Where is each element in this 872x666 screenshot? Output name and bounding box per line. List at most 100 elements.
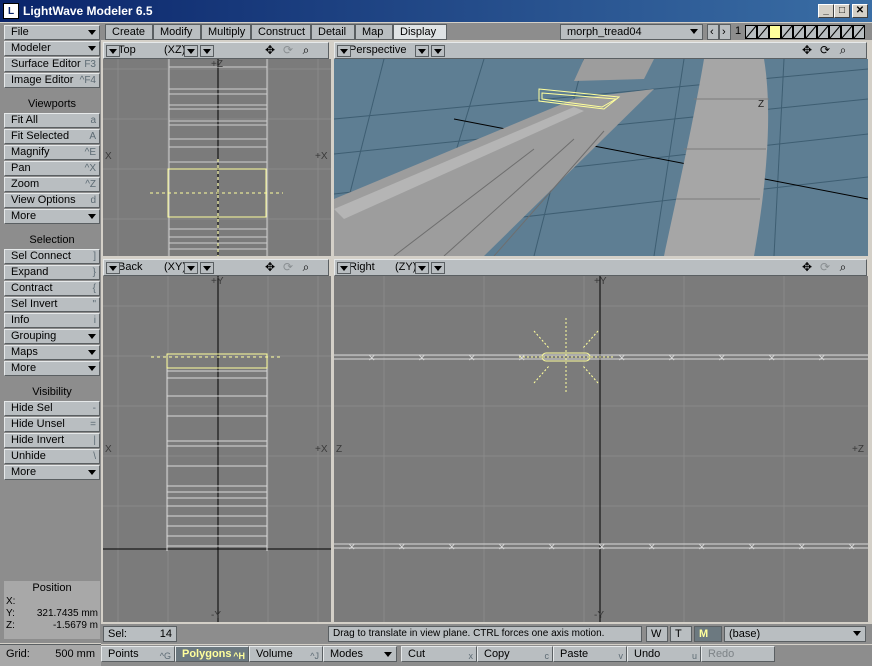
pos-z-label: Z: [6, 620, 15, 631]
move-icon[interactable]: ✥ [262, 261, 278, 275]
texture-toggle[interactable]: T [670, 626, 692, 642]
view-type-dropdown[interactable] [106, 45, 120, 57]
fit-selected-button[interactable]: Fit Selected A [4, 129, 100, 144]
move-icon[interactable]: ✥ [262, 44, 278, 58]
maximize-button[interactable]: □ [834, 4, 850, 18]
svg-text:✕: ✕ [518, 353, 526, 363]
perspective-view-name: Perspective [349, 44, 407, 56]
grouping-menu[interactable]: Grouping [4, 329, 100, 344]
view-type-dropdown[interactable] [415, 45, 429, 57]
chevron-down-icon [853, 631, 861, 636]
hide-sel-button[interactable]: Hide Sel - [4, 401, 100, 416]
expand-button[interactable]: Expand} [4, 265, 100, 280]
next-layer-button[interactable]: › [719, 24, 731, 40]
cut-button[interactable]: Cut x [401, 646, 477, 662]
rotate-icon[interactable]: ⟳ [280, 261, 296, 275]
view-type-dropdown[interactable] [337, 45, 351, 57]
undo-button[interactable]: Undo u [627, 646, 701, 662]
tab-modify[interactable]: Modify [153, 24, 201, 40]
points-mode-button[interactable]: Points ^G [101, 646, 175, 662]
file-menu[interactable]: File [4, 25, 100, 40]
shortcut-label: ^H [233, 651, 245, 661]
tab-map[interactable]: Map [355, 24, 393, 40]
render-mode-dropdown[interactable] [200, 262, 214, 274]
hide-invert-button[interactable]: Hide Invert | [4, 433, 100, 448]
modeler-menu[interactable]: Modeler [4, 41, 100, 56]
render-mode-dropdown[interactable] [200, 45, 214, 57]
axes-dropdown[interactable] [184, 45, 198, 57]
unhide-button[interactable]: Unhide \ [4, 449, 100, 464]
layer-select[interactable]: morph_tread04 [560, 24, 703, 40]
visibility-more-menu[interactable]: More [4, 465, 100, 480]
zoom-icon[interactable]: ⌕ [298, 261, 314, 275]
tab-multiply[interactable]: Multiply [201, 24, 251, 40]
sel-connect-button[interactable]: Sel Connect] [4, 249, 100, 264]
layer-buttons[interactable] [745, 25, 869, 39]
rotate-icon[interactable]: ⟳ [817, 44, 833, 58]
top-viewport[interactable]: X +X +Z [103, 59, 331, 256]
more-label: More [11, 210, 37, 222]
fit-all-button[interactable]: Fit All a [4, 113, 100, 128]
maps-menu[interactable]: Maps [4, 345, 100, 360]
minimize-button[interactable]: _ [818, 4, 834, 18]
view-type-dropdown[interactable] [106, 262, 120, 274]
copy-button[interactable]: Copy c [477, 646, 553, 662]
tab-detail[interactable]: Detail [311, 24, 355, 40]
viewports-more-menu[interactable]: More [4, 209, 100, 224]
close-button[interactable]: ✕ [852, 4, 868, 18]
shortcut-label: ^Z [85, 179, 96, 190]
pan-button[interactable]: Pan ^X [4, 161, 100, 176]
magnify-button[interactable]: Magnify ^E [4, 145, 100, 160]
cut-label: Cut [408, 648, 426, 660]
sel-label: Sel: [108, 628, 127, 640]
view-type-dropdown[interactable] [337, 262, 351, 274]
top-view-axes: (XZ) [164, 44, 186, 56]
tab-create[interactable]: Create [105, 24, 153, 40]
polygons-mode-button[interactable]: Polygons ^H [175, 646, 249, 662]
image-editor-button[interactable]: Image Editor ^F4 [4, 73, 100, 88]
axes-dropdown[interactable] [415, 262, 429, 274]
hide-sel-label: Hide Sel [11, 402, 53, 414]
move-icon[interactable]: ✥ [799, 44, 815, 58]
zoom-icon[interactable]: ⌕ [298, 44, 314, 58]
view-options-button[interactable]: View Options d [4, 193, 100, 208]
info-button[interactable]: Info i [4, 313, 100, 328]
back-viewport[interactable]: X +X +Y -Y [103, 276, 331, 622]
selection-more-menu[interactable]: More [4, 361, 100, 376]
svg-text:✕: ✕ [418, 353, 426, 363]
right-viewport[interactable]: ✕ ✕ ✕ ✕ ✕ ✕ ✕ ✕ ✕ ✕ ✕ ✕ ✕ ✕ ✕ ✕ ✕ ✕ ✕ ✕ Z +Z +Y -Y [334, 276, 868, 622]
morph-toggle[interactable]: M [694, 626, 722, 642]
render-mode-dropdown[interactable] [431, 262, 445, 274]
modes-menu[interactable]: Modes [323, 646, 397, 662]
zoom-button[interactable]: Zoom ^Z [4, 177, 100, 192]
contract-button[interactable]: Contract { [4, 281, 100, 296]
grid-label: Grid: [6, 648, 30, 660]
prev-layer-button[interactable]: ‹ [707, 24, 719, 40]
svg-text:✕: ✕ [798, 542, 806, 552]
zoom-icon[interactable]: ⌕ [835, 44, 851, 58]
axes-dropdown[interactable] [184, 262, 198, 274]
shortcut-label: d [90, 195, 96, 206]
zoom-icon[interactable]: ⌕ [835, 261, 851, 275]
volume-mode-button[interactable]: Volume ^J [249, 646, 323, 662]
wireframe-toggle[interactable]: W [646, 626, 668, 642]
sel-invert-button[interactable]: Sel Invert " [4, 297, 100, 312]
rotate-icon[interactable]: ⟳ [817, 261, 833, 275]
grouping-label: Grouping [11, 330, 57, 342]
paste-button[interactable]: Paste v [553, 646, 627, 662]
hide-unsel-button[interactable]: Hide Unsel = [4, 417, 100, 432]
perspective-viewport[interactable]: Z [334, 59, 868, 256]
bottom-toolbar: Points ^G Polygons ^H Volume ^J Modes Cut x … [101, 645, 872, 666]
rotate-icon[interactable]: ⟳ [280, 44, 296, 58]
back-view-name: Back [118, 261, 143, 273]
render-mode-dropdown[interactable] [431, 45, 445, 57]
shortcut-label: - [92, 403, 96, 414]
move-icon[interactable]: ✥ [799, 261, 815, 275]
morph-map-select[interactable]: (base) [724, 626, 866, 642]
redo-button[interactable]: Redo [701, 646, 775, 662]
lightwave-icon: L [3, 3, 19, 19]
tab-construct[interactable]: Construct [251, 24, 311, 40]
tab-display[interactable]: Display [393, 24, 447, 40]
back-view-axes: (XY) [164, 261, 186, 273]
surface-editor-button[interactable]: Surface Editor F3 [4, 57, 100, 72]
